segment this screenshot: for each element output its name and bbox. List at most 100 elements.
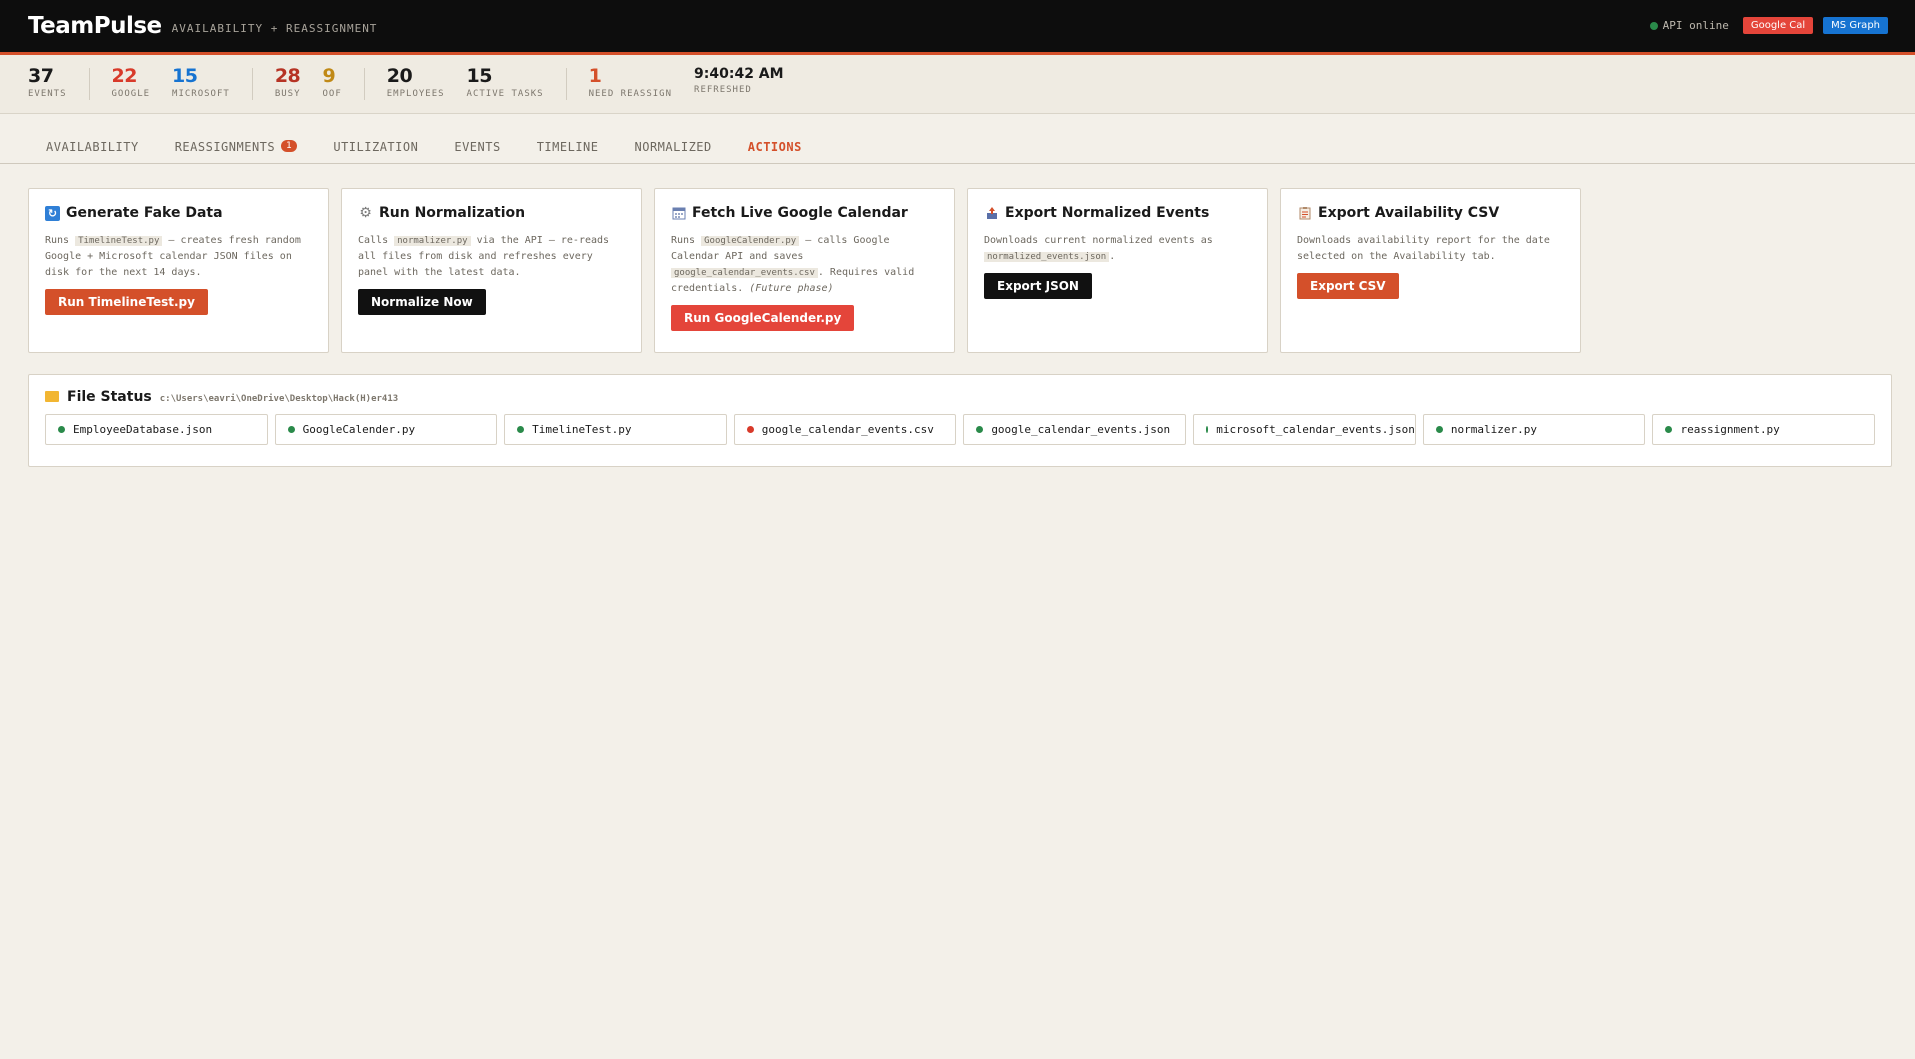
stat-busy: 28 BUSY [274,67,301,100]
file-name: normalizer.py [1450,423,1537,436]
card-title: Fetch Live Google Calendar [671,205,938,221]
file-item: GoogleCalender.py [274,414,498,445]
card-title-text: Generate Fake Data [66,205,223,221]
action-cards: ↻ Generate Fake Data Runs TimelineTest.p… [28,188,1581,353]
file-item: EmployeeDatabase.json [45,414,268,445]
normalize-now-button[interactable]: Normalize Now [358,289,486,315]
app-subtitle: AVAILABILITY + REASSIGNMENT [171,21,378,35]
file-item: microsoft_calendar_events.json [1192,414,1416,445]
export-json-button[interactable]: Export JSON [984,273,1092,299]
divider [88,68,90,100]
tab-availability[interactable]: AVAILABILITY [28,130,157,163]
file-list: EmployeeDatabase.json GoogleCalender.py … [45,414,1876,445]
tab-timeline[interactable]: TIMELINE [519,130,617,163]
file-code: google_calendar_events.csv [671,268,818,278]
export-icon [984,206,999,221]
count-badge: 1 [281,140,298,152]
status-dot-icon [517,426,525,433]
stat-google: 22 GOOGLE [111,65,151,100]
file-name: reassignment.py [1680,423,1780,436]
card-fetch-google-calendar: Fetch Live Google Calendar Runs GoogleCa… [654,188,955,353]
file-name: TimelineTest.py [532,423,632,436]
desc-text: Runs [671,235,702,246]
stat-label: REFRESHED [694,85,752,95]
stat-value: 37 [28,65,54,87]
stat-microsoft: 15 MICROSOFT [172,67,230,100]
card-title-text: Export Normalized Events [1005,205,1210,221]
stat-value: 15 [466,65,493,87]
top-bar: TeamPulse AVAILABILITY + REASSIGNMENT AP… [0,0,1915,55]
file-status-panel: File Status c:\Users\eavri\OneDrive\Desk… [28,374,1892,467]
status-dot-icon [746,426,754,433]
tab-actions[interactable]: ACTIONS [730,130,820,163]
ms-graph-pill[interactable]: MS Graph [1823,17,1888,34]
divider [363,68,365,100]
status-dot-icon [58,426,65,433]
file-item: TimelineTest.py [504,414,727,445]
run-timelinetest-button[interactable]: Run TimelineTest.py [45,289,208,315]
api-status: API online [1649,19,1729,32]
file-code: TimelineTest.py [75,236,163,246]
file-code: GoogleCalender.py [701,236,800,246]
card-title-text: Export Availability CSV [1318,205,1500,221]
tab-label: UTILIZATION [333,140,419,154]
card-title: Export Normalized Events [984,205,1251,221]
card-description: Runs TimelineTest.py — creates fresh ran… [45,233,312,281]
stat-value: 1 [588,65,602,87]
file-name: google_calendar_events.csv [761,423,934,436]
stat-label: NEED REASSIGN [588,89,673,99]
tab-events[interactable]: EVENTS [436,130,518,163]
stat-label: BUSY [274,89,301,99]
card-title-text: Run Normalization [379,205,526,221]
file-name: google_calendar_events.json [991,423,1171,436]
stats-bar: 37 EVENTS 22 GOOGLE 15 MICROSOFT 28 BUSY… [0,55,1915,114]
stat-label: EVENTS [28,89,67,99]
stat-label: ACTIVE TASKS [466,89,544,99]
stat-value: 22 [111,65,138,87]
stat-need-reassign: 1 NEED REASSIGN [588,65,673,100]
google-cal-pill[interactable]: Google Cal [1742,17,1814,34]
card-title: Export Availability CSV [1297,205,1564,221]
desc-text: Downloads current normalized events as [984,235,1213,246]
export-csv-button[interactable]: Export CSV [1297,273,1399,299]
card-description: Runs GoogleCalender.py — calls Google Ca… [671,233,938,297]
file-item: normalizer.py [1422,414,1646,445]
file-status-title: File Status [67,389,152,405]
card-description: Calls normalizer.py via the API — re-rea… [358,233,625,281]
tab-normalized[interactable]: NORMALIZED [617,130,730,163]
app-logo: TeamPulse [28,13,162,39]
calendar-icon [671,206,686,221]
tab-utilization[interactable]: UTILIZATION [315,130,436,163]
stat-events: 37 EVENTS [28,65,67,100]
stat-active-tasks: 15 ACTIVE TASKS [466,65,544,100]
desc-text: . [1109,251,1116,262]
status-dot-icon [976,426,984,433]
header-status: API online Google Cal MS Graph [1649,17,1888,34]
future-note: (Future phase) [749,283,834,294]
status-dot-icon [1649,21,1658,30]
file-code: normalized_events.json [984,252,1110,262]
status-dot-icon [287,426,295,433]
run-googlecalender-button[interactable]: Run GoogleCalender.py [671,305,855,331]
tab-label: NORMALIZED [634,140,712,154]
folder-icon [45,391,59,402]
stat-refreshed: 9:40:42 AM REFRESHED [694,67,784,95]
stat-label: GOOGLE [111,89,151,99]
tab-reassignments[interactable]: REASSIGNMENTS 1 [157,130,316,163]
stat-employees: 20 EMPLOYEES [387,67,445,100]
tab-label: REASSIGNMENTS [174,140,276,154]
card-title: ↻ Generate Fake Data [45,205,312,221]
tab-label: ACTIONS [747,140,802,154]
stat-oof: 9 OOF [322,65,342,100]
divider [251,68,253,100]
card-title: ⚙ Run Normalization [358,205,625,221]
stat-value: 9 [322,65,336,87]
tab-label: EVENTS [454,140,501,154]
file-status-path: c:\Users\eavri\OneDrive\Desktop\Hack(H)e… [159,394,399,404]
card-generate-fake-data: ↻ Generate Fake Data Runs TimelineTest.p… [28,188,329,353]
clipboard-icon [1297,206,1312,221]
tab-label: TIMELINE [536,140,599,154]
status-dot-icon [1435,426,1443,433]
status-dot-icon [1205,426,1209,433]
desc-text: Calls [358,235,395,246]
